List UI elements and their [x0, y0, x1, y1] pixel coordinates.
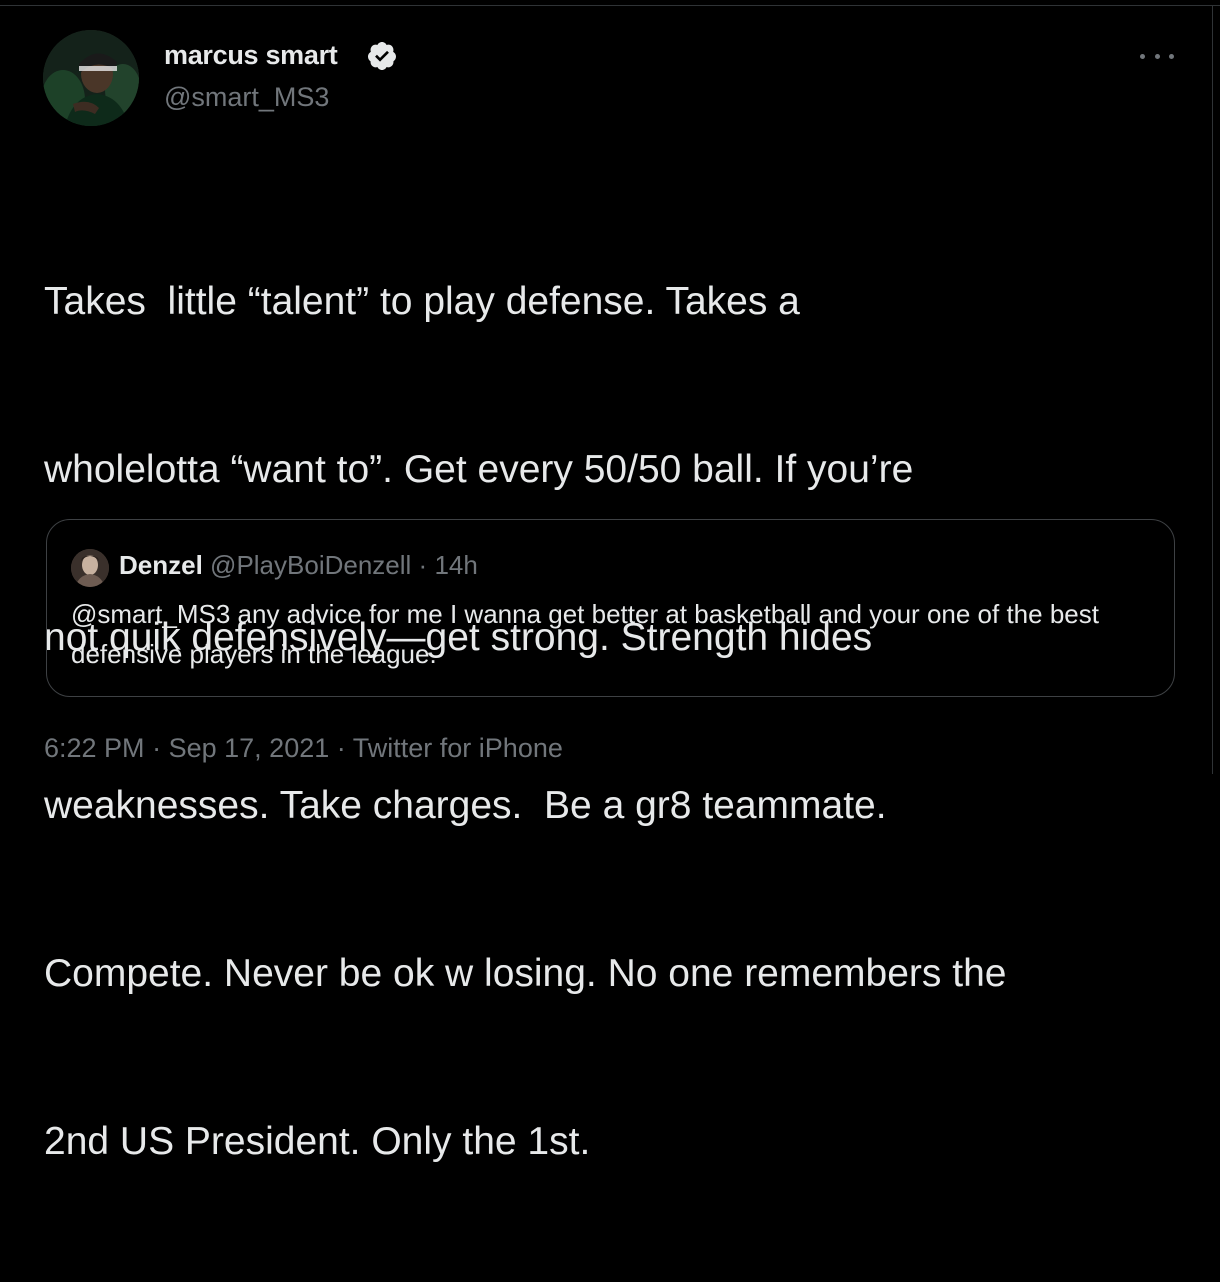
more-dot [1169, 53, 1174, 59]
quoted-author-avatar[interactable] [71, 549, 109, 587]
top-divider [0, 5, 1220, 6]
author-avatar-image [43, 30, 139, 126]
footer-separator: · [336, 733, 346, 763]
tweet-text-line: 2nd US President. Only the 1st. [44, 1120, 591, 1163]
quoted-tweet-text: @smart_MS3 any advice for me I wanna get… [71, 599, 1099, 669]
tweet-text: Takes little “talent” to play defense. T… [44, 162, 1194, 1282]
author-handle[interactable]: @smart_MS3 [164, 82, 329, 113]
tweet-time[interactable]: 6:22 PM [44, 733, 145, 763]
author-avatar[interactable] [43, 30, 139, 126]
quoted-author-handle[interactable]: @PlayBoiDenzell [210, 550, 411, 580]
quoted-separator: · [418, 550, 428, 580]
tweet-page: marcus smart @smart_MS3 Takes little “ta… [0, 0, 1220, 1163]
tweet-source[interactable]: Twitter for iPhone [353, 733, 563, 763]
tweet-text-line: Takes little “talent” to play defense. T… [44, 280, 800, 323]
quoted-avatar-image [71, 549, 109, 587]
tweet-metadata: 6:22 PM · Sep 17, 2021 · Twitter for iPh… [44, 733, 563, 764]
footer-separator: · [152, 733, 162, 763]
tweet-text-line: weaknesses. Take charges. Be a gr8 teamm… [44, 784, 887, 827]
tweet-text-line: Compete. Never be ok w losing. No one re… [44, 952, 1007, 995]
quoted-tweet-card[interactable]: Denzel @PlayBoiDenzell · 14h @smart_MS3 … [46, 519, 1175, 697]
quoted-header: Denzel @PlayBoiDenzell · 14h [119, 550, 478, 581]
more-dot [1140, 53, 1145, 59]
more-horizontal-icon[interactable] [1140, 44, 1174, 68]
quoted-author-name[interactable]: Denzel [119, 550, 203, 580]
right-divider [1212, 5, 1213, 774]
verified-badge-icon [367, 42, 396, 70]
tweet-date[interactable]: Sep 17, 2021 [169, 733, 330, 763]
author-name[interactable]: marcus smart [164, 40, 338, 71]
quoted-age[interactable]: 14h [434, 550, 477, 580]
more-dot [1154, 53, 1160, 59]
tweet-text-line: wholelotta “want to”. Get every 50/50 ba… [44, 448, 914, 491]
